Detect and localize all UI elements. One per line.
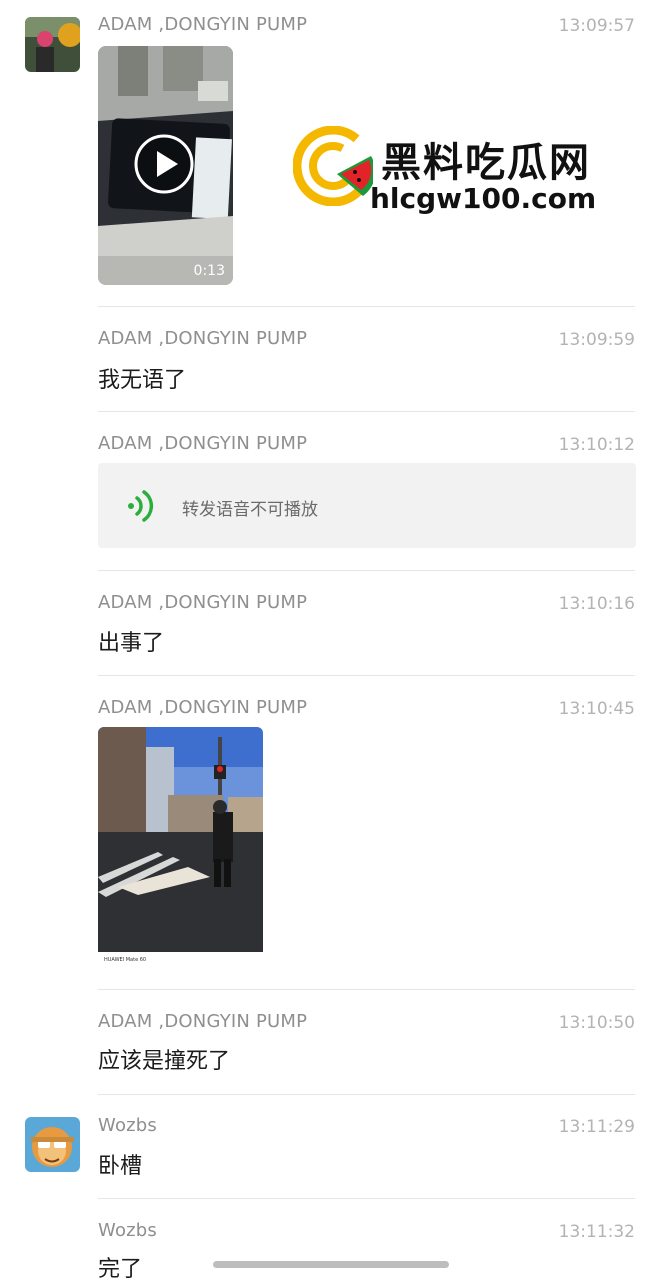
message-timestamp: 13:09:57 <box>558 16 635 36</box>
photo-watermark-brand: HUAWEI Mate 60 <box>104 957 147 963</box>
image-message-thumbnail[interactable]: HUAWEI Mate 60 <box>98 727 263 967</box>
avatar-wozbs[interactable] <box>25 1117 80 1172</box>
divider <box>98 989 635 990</box>
message-timestamp: 13:10:16 <box>558 594 635 614</box>
message-sender: Wozbs <box>98 1115 158 1136</box>
divider <box>98 570 635 571</box>
message-timestamp: 13:10:45 <box>558 699 635 719</box>
video-duration: 0:13 <box>193 263 225 279</box>
message-text[interactable]: 我无语了 <box>98 362 186 394</box>
divider <box>98 306 635 307</box>
message-sender: ADAM ,DONGYIN PUMP <box>98 433 308 454</box>
watermark-title: 黑料吃瓜网 <box>381 140 591 186</box>
voice-wave-icon <box>128 490 154 522</box>
voice-message-bubble[interactable]: 转发语音不可播放 <box>98 463 636 548</box>
message-timestamp: 13:11:32 <box>558 1222 635 1242</box>
message-text[interactable]: 出事了 <box>98 625 164 657</box>
home-indicator[interactable] <box>213 1261 449 1268</box>
message-timestamp: 13:11:29 <box>558 1117 635 1137</box>
divider <box>98 1094 635 1095</box>
watermelon-logo-icon <box>293 126 373 206</box>
message-text[interactable]: 卧槽 <box>98 1148 142 1180</box>
message-timestamp: 13:10:50 <box>558 1013 635 1033</box>
watermark-url: hlcgw100.com <box>370 182 597 215</box>
play-icon[interactable] <box>134 134 194 194</box>
divider <box>98 411 635 412</box>
message-sender: ADAM ,DONGYIN PUMP <box>98 14 308 35</box>
voice-unavailable-label: 转发语音不可播放 <box>182 500 318 520</box>
message-text[interactable]: 应该是撞死了 <box>98 1043 230 1075</box>
message-text[interactable]: 完了 <box>98 1251 142 1283</box>
message-timestamp: 13:09:59 <box>558 330 635 350</box>
message-sender: Wozbs <box>98 1220 158 1241</box>
message-sender: ADAM ,DONGYIN PUMP <box>98 592 308 613</box>
divider <box>98 675 635 676</box>
video-message-thumbnail[interactable]: 0:13 <box>98 46 233 285</box>
watermark-logo: 黑料吃瓜网 hlcgw100.com <box>293 122 623 222</box>
message-sender: ADAM ,DONGYIN PUMP <box>98 697 308 718</box>
message-sender: ADAM ,DONGYIN PUMP <box>98 328 308 349</box>
message-sender: ADAM ,DONGYIN PUMP <box>98 1011 308 1032</box>
divider <box>98 1198 635 1199</box>
message-timestamp: 13:10:12 <box>558 435 635 455</box>
avatar-adam[interactable] <box>25 17 80 72</box>
